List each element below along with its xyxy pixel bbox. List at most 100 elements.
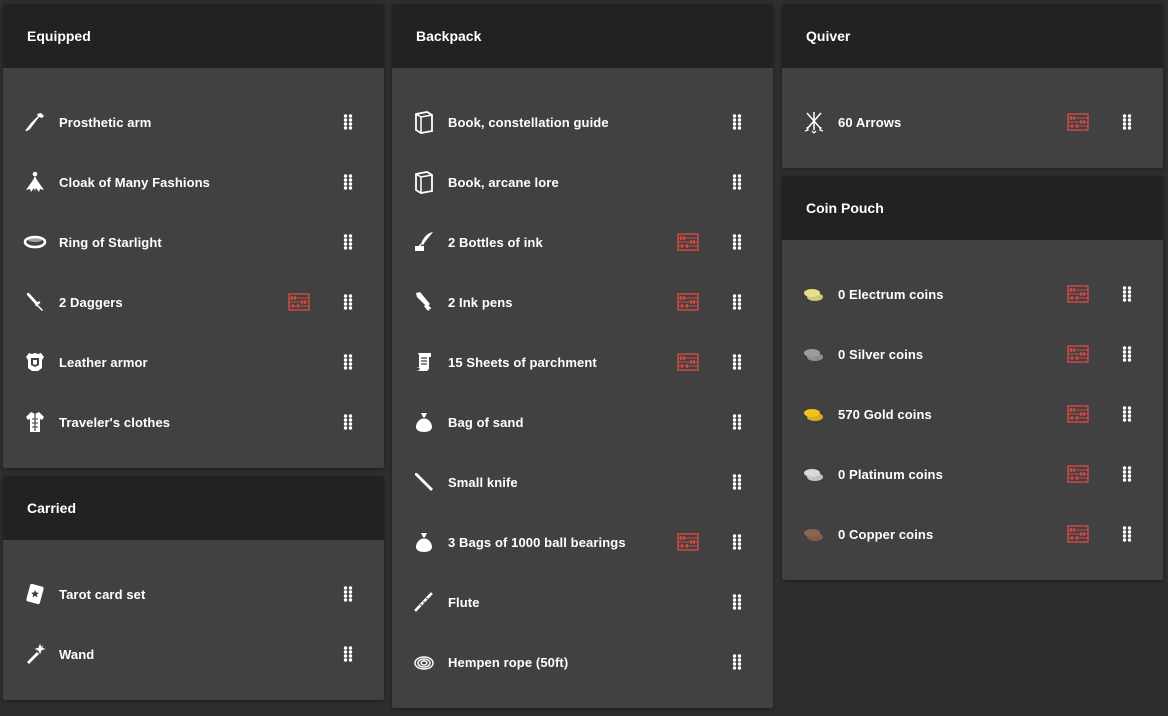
list-item[interactable]: Wand bbox=[3, 624, 384, 684]
drag-handle-icon[interactable] bbox=[1121, 285, 1133, 303]
equipped-header: Equipped bbox=[3, 4, 384, 68]
drag-handle-icon[interactable] bbox=[731, 533, 743, 551]
drag-handle-icon[interactable] bbox=[731, 173, 743, 191]
item-label: 3 Bags of 1000 ball bearings bbox=[448, 534, 626, 550]
item-label: Prosthetic arm bbox=[59, 114, 152, 130]
list-item[interactable]: Book, arcane lore bbox=[392, 152, 773, 212]
abacus-icon[interactable] bbox=[1067, 465, 1089, 483]
list-item[interactable]: Cloak of Many Fashions bbox=[3, 152, 384, 212]
rope-icon bbox=[412, 650, 436, 674]
drag-handle-icon[interactable] bbox=[342, 353, 354, 371]
backpack-header: Backpack bbox=[392, 4, 773, 68]
gold-coins-icon bbox=[802, 402, 826, 426]
abacus-icon[interactable] bbox=[1067, 113, 1089, 131]
equipped-panel: Equipped Prosthetic arm Cloak of Many Fas… bbox=[3, 4, 384, 468]
list-item[interactable]: Hempen rope (50ft) bbox=[392, 632, 773, 692]
list-item[interactable]: 60 Arrows bbox=[782, 92, 1163, 152]
abacus-icon[interactable] bbox=[1067, 345, 1089, 363]
ink-pen-icon bbox=[412, 290, 436, 314]
platinum-coins-icon bbox=[802, 462, 826, 486]
quiver-panel: Quiver 60 Arrows bbox=[782, 4, 1163, 168]
item-label: Cloak of Many Fashions bbox=[59, 174, 211, 190]
list-item[interactable]: Tarot card set bbox=[3, 564, 384, 624]
drag-handle-icon[interactable] bbox=[342, 233, 354, 251]
drag-handle-icon[interactable] bbox=[1121, 405, 1133, 423]
backpack-list: Book, constellation guide Book, arcane lo… bbox=[392, 68, 773, 692]
list-item[interactable]: Traveler's clothes bbox=[3, 392, 384, 452]
item-label: 0 Copper coins bbox=[838, 526, 934, 542]
item-label: 0 Silver coins bbox=[838, 346, 924, 362]
bag-icon bbox=[412, 530, 436, 554]
drag-handle-icon[interactable] bbox=[731, 653, 743, 671]
item-label: Traveler's clothes bbox=[59, 414, 171, 430]
armor-icon bbox=[23, 350, 47, 374]
book-icon bbox=[412, 170, 436, 194]
drag-handle-icon[interactable] bbox=[342, 585, 354, 603]
drag-handle-icon[interactable] bbox=[731, 233, 743, 251]
drag-handle-icon[interactable] bbox=[342, 413, 354, 431]
item-label: 15 Sheets of parchment bbox=[448, 354, 597, 370]
drag-handle-icon[interactable] bbox=[731, 353, 743, 371]
book-icon bbox=[412, 110, 436, 134]
drag-handle-icon[interactable] bbox=[1121, 525, 1133, 543]
tarot-card-icon bbox=[23, 582, 47, 606]
bag-icon bbox=[412, 410, 436, 434]
list-item[interactable]: 2 Bottles of ink bbox=[392, 212, 773, 272]
abacus-icon[interactable] bbox=[677, 533, 699, 551]
list-item[interactable]: Book, constellation guide bbox=[392, 92, 773, 152]
prosthetic-arm-icon bbox=[23, 110, 47, 134]
dagger-icon bbox=[23, 290, 47, 314]
drag-handle-icon[interactable] bbox=[731, 473, 743, 491]
list-item[interactable]: Prosthetic arm bbox=[3, 92, 384, 152]
arrows-icon bbox=[802, 110, 826, 134]
drag-handle-icon[interactable] bbox=[731, 113, 743, 131]
clothes-icon bbox=[23, 410, 47, 434]
abacus-icon[interactable] bbox=[1067, 285, 1089, 303]
list-item[interactable]: Flute bbox=[392, 572, 773, 632]
drag-handle-icon[interactable] bbox=[1121, 465, 1133, 483]
abacus-icon[interactable] bbox=[677, 233, 699, 251]
list-item[interactable]: 15 Sheets of parchment bbox=[392, 332, 773, 392]
drag-handle-icon[interactable] bbox=[1121, 345, 1133, 363]
list-item[interactable]: 3 Bags of 1000 ball bearings bbox=[392, 512, 773, 572]
drag-handle-icon[interactable] bbox=[1121, 113, 1133, 131]
drag-handle-icon[interactable] bbox=[731, 293, 743, 311]
ring-icon bbox=[23, 230, 47, 254]
list-item[interactable]: Leather armor bbox=[3, 332, 384, 392]
abacus-icon[interactable] bbox=[677, 353, 699, 371]
abacus-icon[interactable] bbox=[1067, 405, 1089, 423]
item-label: Flute bbox=[448, 594, 480, 610]
silver-coins-icon bbox=[802, 342, 826, 366]
backpack-panel: Backpack Book, constellation guide Book, … bbox=[392, 4, 773, 708]
abacus-icon[interactable] bbox=[1067, 525, 1089, 543]
drag-handle-icon[interactable] bbox=[342, 173, 354, 191]
drag-handle-icon[interactable] bbox=[731, 413, 743, 431]
list-item[interactable]: 0 Copper coins bbox=[782, 504, 1163, 564]
list-item[interactable]: Small knife bbox=[392, 452, 773, 512]
list-item[interactable]: 2 Ink pens bbox=[392, 272, 773, 332]
item-label: Small knife bbox=[448, 474, 518, 490]
abacus-icon[interactable] bbox=[677, 293, 699, 311]
item-label: Wand bbox=[59, 646, 95, 662]
quill-ink-icon bbox=[412, 230, 436, 254]
list-item[interactable]: 0 Electrum coins bbox=[782, 264, 1163, 324]
electrum-coins-icon bbox=[802, 282, 826, 306]
list-item[interactable]: 0 Silver coins bbox=[782, 324, 1163, 384]
coin-pouch-list: 0 Electrum coins 0 Silver coins 570 Gold c… bbox=[782, 240, 1163, 564]
backpack-title: Backpack bbox=[416, 28, 482, 44]
coin-pouch-title: Coin Pouch bbox=[806, 200, 884, 216]
drag-handle-icon[interactable] bbox=[342, 113, 354, 131]
list-item[interactable]: 0 Platinum coins bbox=[782, 444, 1163, 504]
abacus-icon[interactable] bbox=[288, 293, 310, 311]
list-item[interactable]: Ring of Starlight bbox=[3, 212, 384, 272]
drag-handle-icon[interactable] bbox=[731, 593, 743, 611]
list-item[interactable]: 570 Gold coins bbox=[782, 384, 1163, 444]
list-item[interactable]: 2 Daggers bbox=[3, 272, 384, 332]
list-item[interactable]: Bag of sand bbox=[392, 392, 773, 452]
item-label: 2 Bottles of ink bbox=[448, 234, 543, 250]
knife-icon bbox=[412, 470, 436, 494]
carried-panel: Carried Tarot card set Wand bbox=[3, 476, 384, 700]
quiver-header: Quiver bbox=[782, 4, 1163, 68]
drag-handle-icon[interactable] bbox=[342, 645, 354, 663]
drag-handle-icon[interactable] bbox=[342, 293, 354, 311]
